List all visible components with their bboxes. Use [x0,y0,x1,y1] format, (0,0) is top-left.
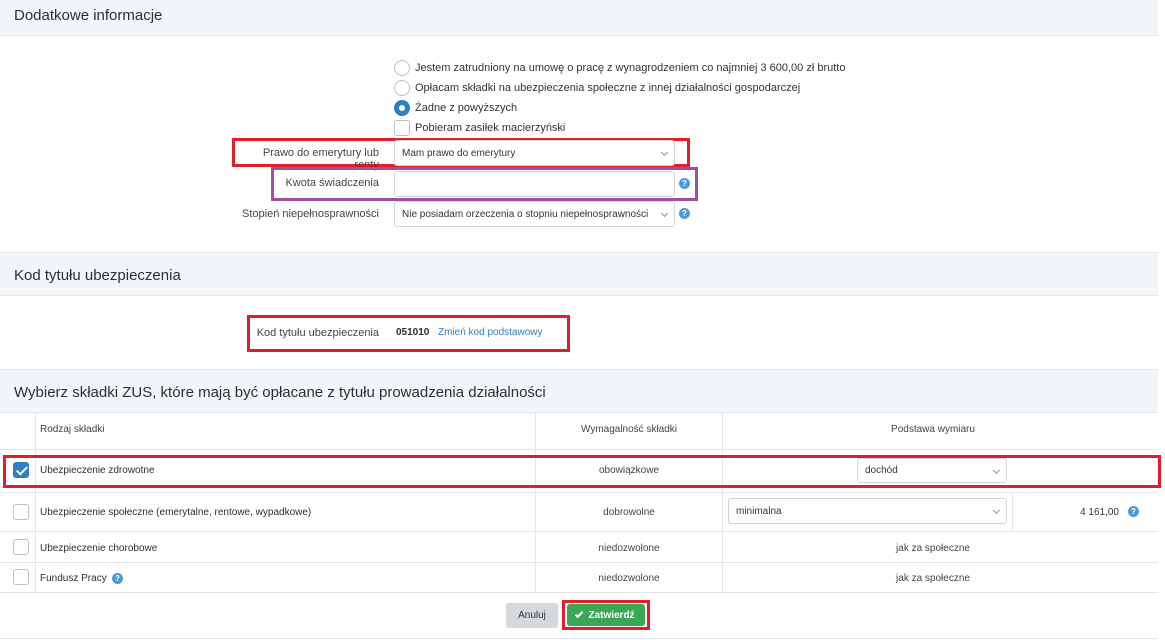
option-label: Opłacam składki na ubezpieczenia społecz… [415,82,801,94]
section-title: Kod tytułu ubezpieczenia [14,267,181,284]
column-header-type: Rodzaj składki [40,424,105,435]
option-label: Pobieram zasiłek macierzyński [415,122,566,134]
chevron-down-icon [660,209,669,218]
radio-button[interactable] [394,60,410,76]
radio-button[interactable] [394,80,410,96]
confirm-label: Zatwierdź [588,609,635,621]
row-due: obowiązkowe [598,465,660,476]
change-code-link[interactable]: Zmień kod podstawowy [438,327,543,338]
row-label: Ubezpieczenie społeczne (emerytalne, ren… [40,507,312,518]
chevron-down-icon [660,148,669,157]
chevron-down-icon [992,466,1001,475]
row-due: niedozwolone [598,573,660,584]
row-label: Fundusz Pracy [40,573,107,584]
base-select[interactable]: dochód [857,458,1007,483]
row-label: Ubezpieczenie chorobowe [40,543,158,554]
option-none[interactable]: Żadne z powyższych [394,99,517,117]
insurance-code-value: 051010 [396,327,430,338]
checkbox[interactable] [394,120,410,136]
column-header-base: Podstawa wymiaru [891,424,975,435]
row-divider [0,449,1158,450]
pension-select-value: Mam prawo do emerytury [402,147,516,159]
row-amount: 4 161,00 [1080,507,1119,518]
insurance-code-label: Kod tytułu ubezpieczenia [256,327,379,339]
pension-select[interactable]: Mam prawo do emerytury [394,140,675,166]
option-maternity[interactable]: Pobieram zasiłek macierzyński [394,119,565,137]
column-header-due: Wymagalność składki [580,424,678,435]
row-label: Ubezpieczenie zdrowotne [40,465,155,476]
column-divider [35,413,36,593]
option-label: Jestem zatrudniony na umowę o pracę z wy… [415,62,846,74]
bottom-divider [0,638,1158,639]
help-icon[interactable]: ? [1128,506,1139,517]
chevron-down-icon [992,506,1001,515]
section-header-additional-info: Dodatkowe informacje [0,0,1158,36]
row-divider [0,531,1158,532]
disability-select-value: Nie posiadam orzeczenia o stopniu niepeł… [402,208,649,220]
radio-button-selected[interactable] [394,100,410,116]
row-divider [0,592,1158,593]
option-employed[interactable]: Jestem zatrudniony na umowę o pracę z wy… [394,59,845,77]
disability-select[interactable]: Nie posiadam orzeczenia o stopniu niepeł… [394,201,675,227]
row-checkbox[interactable] [13,504,29,520]
row-checkbox[interactable] [13,569,29,585]
disability-label: Stopień niepełnosprawności [242,208,379,220]
row-divider [0,562,1158,563]
column-divider [535,413,536,593]
base-select-value: dochód [865,465,898,476]
column-divider [1012,492,1013,530]
column-divider [722,413,723,593]
option-label: Żadne z powyższych [415,102,518,114]
row-base: jak za społeczne [896,543,970,554]
row-divider [0,492,1158,493]
help-icon[interactable]: ? [112,573,123,584]
row-checkbox[interactable] [13,462,29,478]
base-select[interactable]: minimalna [728,498,1007,524]
benefit-amount-input[interactable] [394,171,675,197]
benefit-label: Kwota świadczenia [285,177,379,189]
base-select-value: minimalna [736,505,782,517]
option-other-business[interactable]: Opłacam składki na ubezpieczenia społecz… [394,79,800,97]
section-title: Wybierz składki ZUS, które mają być opła… [14,384,546,401]
section-header-insurance-code: Kod tytułu ubezpieczenia [0,252,1158,296]
row-due: niedozwolone [598,543,660,554]
confirm-button[interactable]: Zatwierdź [567,604,645,626]
help-icon[interactable]: ? [679,178,690,189]
section-header-zus: Wybierz składki ZUS, które mają być opła… [0,369,1158,413]
row-base: jak za społeczne [896,573,970,584]
row-due: dobrowolne [603,507,655,518]
check-icon [575,609,584,618]
help-icon[interactable]: ? [679,208,690,219]
cancel-button[interactable]: Anuluj [506,603,558,628]
section-title: Dodatkowe informacje [14,7,163,24]
row-checkbox[interactable] [13,539,29,555]
